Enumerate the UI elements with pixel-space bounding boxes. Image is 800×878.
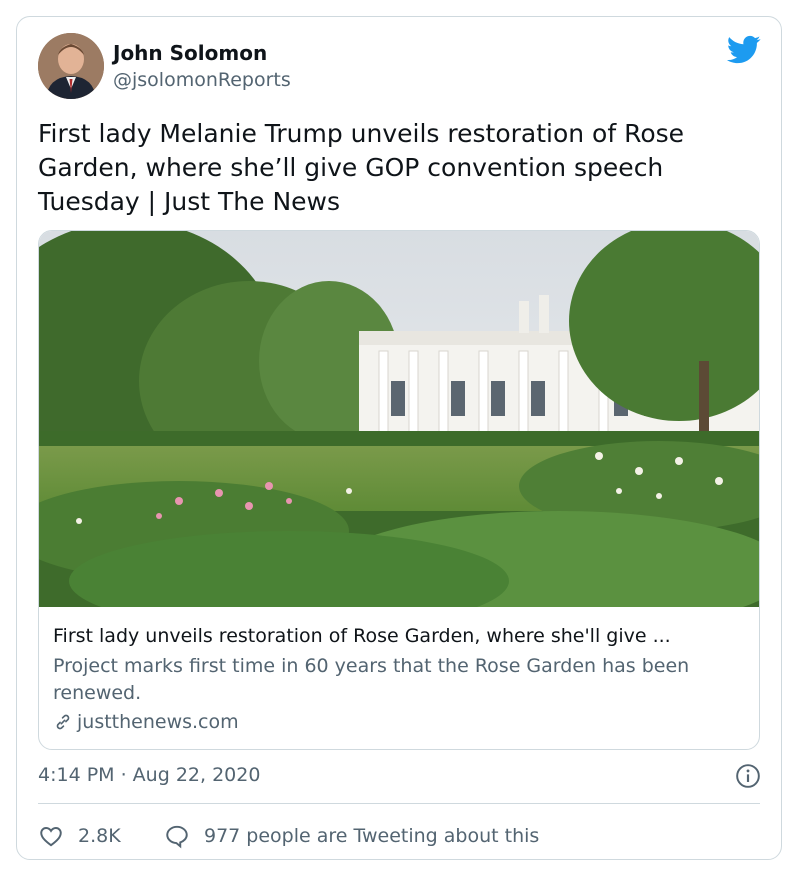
- twitter-bird-icon[interactable]: [727, 35, 761, 65]
- rose-garden-image: [39, 231, 759, 607]
- tweet-timestamp[interactable]: 4:14 PM · Aug 22, 2020: [38, 764, 260, 786]
- conversation-text: 977 people are Tweeting about this: [204, 825, 540, 847]
- avatar-photo: [38, 33, 104, 99]
- like-button[interactable]: 2.8K: [38, 821, 121, 851]
- tweet-card: John Solomon @jsolomonReports First lady…: [16, 16, 782, 860]
- conversation-button[interactable]: 977 people are Tweeting about this: [164, 821, 539, 851]
- link-description: Project marks first time in 60 years tha…: [53, 655, 690, 704]
- heart-icon: [40, 827, 62, 847]
- divider: [38, 803, 760, 804]
- link-preview-card[interactable]: First lady unveils restoration of Rose G…: [38, 230, 760, 750]
- avatar[interactable]: [38, 33, 104, 99]
- link-title: First lady unveils restoration of Rose G…: [53, 625, 671, 647]
- info-icon[interactable]: [735, 763, 761, 789]
- link-domain-row: justthenews.com: [53, 709, 239, 735]
- speech-bubble-icon: [166, 825, 188, 849]
- like-count: 2.8K: [78, 825, 121, 847]
- link-icon: [56, 714, 70, 730]
- tweet-text: First lady Melanie Trump unveils restora…: [38, 119, 685, 216]
- link-domain: justthenews.com: [77, 711, 239, 733]
- author-name[interactable]: John Solomon: [113, 41, 267, 65]
- author-handle[interactable]: @jsolomonReports: [113, 69, 291, 91]
